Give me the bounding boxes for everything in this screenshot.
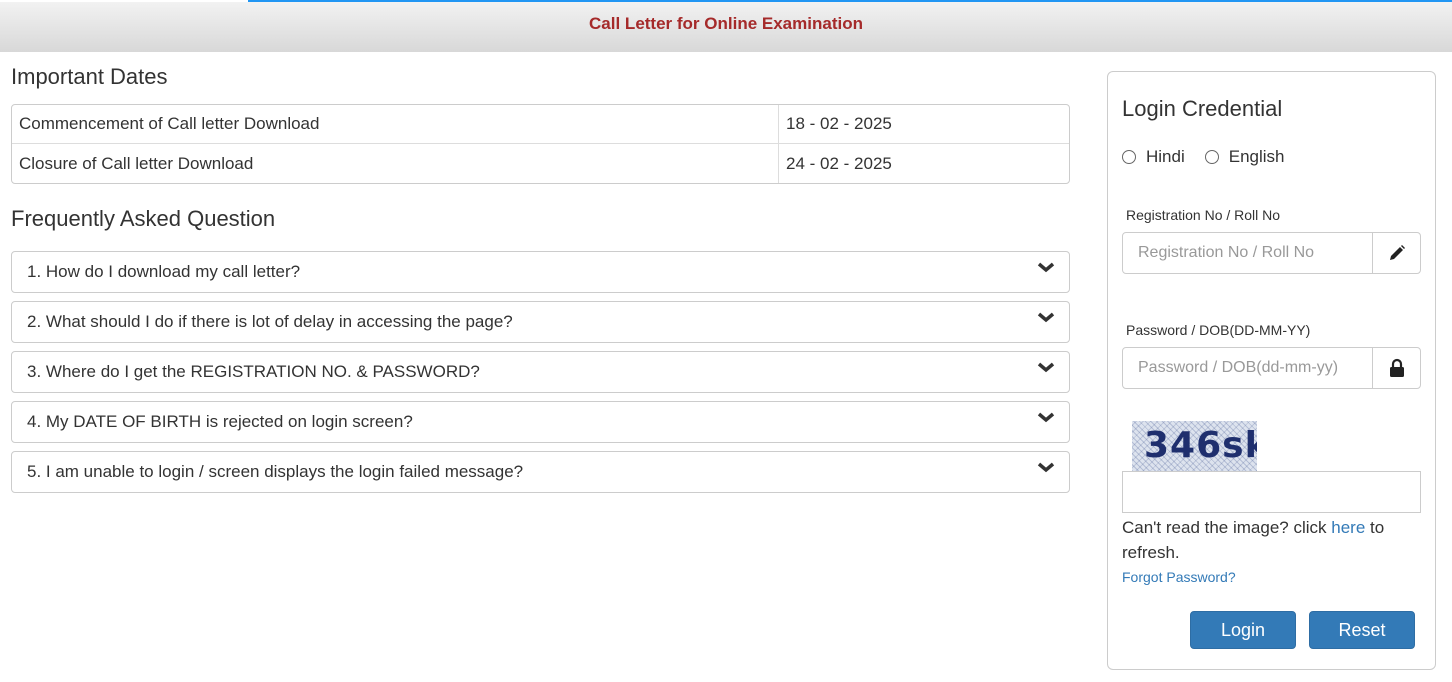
info-column: Important Dates Commencement of Call let…	[11, 52, 1070, 493]
page-header: Call Letter for Online Examination	[0, 0, 1452, 52]
table-row: Commencement of Call letter Download 18 …	[12, 105, 1069, 144]
password-label: Password / DOB(DD-MM-YY)	[1126, 322, 1311, 338]
password-group	[1122, 347, 1421, 389]
captcha-input[interactable]	[1122, 471, 1421, 513]
radio-english[interactable]: English	[1204, 147, 1285, 167]
captcha-image: 346sk	[1132, 421, 1257, 471]
refresh-prefix: Can't read the image? click	[1122, 518, 1332, 537]
faq-item[interactable]: 1. How do I download my call letter?	[11, 251, 1070, 293]
chevron-down-icon	[1037, 462, 1055, 473]
radio-circle[interactable]	[1204, 150, 1219, 164]
date-label: Closure of Call letter Download	[19, 153, 254, 173]
date-value: 24 - 02 - 2025	[778, 144, 1069, 183]
forgot-password-link[interactable]: Forgot Password?	[1122, 569, 1421, 585]
radio-circle[interactable]	[1122, 150, 1136, 164]
form-actions: Login Reset	[1190, 611, 1415, 649]
faq-question: 3. Where do I get the REGISTRATION NO. &…	[27, 362, 480, 381]
reset-button[interactable]: Reset	[1309, 611, 1415, 649]
faq-question: 2. What should I do if there is lot of d…	[27, 312, 513, 331]
date-label: Commencement of Call letter Download	[12, 105, 778, 144]
captcha-refresh-text: Can't read the image? click here to refr…	[1122, 515, 1421, 565]
login-heading: Login Credential	[1122, 96, 1283, 121]
registration-group	[1122, 232, 1421, 274]
important-dates-table: Commencement of Call letter Download 18 …	[11, 104, 1070, 184]
radio-label: Hindi	[1146, 147, 1185, 166]
password-input[interactable]	[1123, 348, 1372, 388]
language-selector: Hindi English	[1122, 147, 1421, 167]
chevron-down-icon	[1037, 412, 1055, 423]
registration-input[interactable]	[1123, 233, 1372, 273]
table-row: Closure of Call letter Download 24 - 02 …	[12, 144, 1069, 183]
header-accent-segment	[0, 0, 248, 2]
lock-icon	[1372, 348, 1420, 388]
page-title: Call Letter for Online Examination	[589, 14, 863, 33]
faq-item[interactable]: 5. I am unable to login / screen display…	[11, 451, 1070, 493]
faq-question: 5. I am unable to login / screen display…	[27, 462, 524, 481]
captcha-refresh-link[interactable]: here	[1331, 518, 1365, 537]
registration-label: Registration No / Roll No	[1126, 207, 1281, 223]
faq-list: 1. How do I download my call letter? 2. …	[11, 251, 1070, 493]
faq-heading: Frequently Asked Question	[11, 206, 276, 231]
chevron-down-icon	[1037, 262, 1055, 273]
captcha-text: 346sk	[1144, 425, 1257, 466]
pencil-icon	[1372, 233, 1420, 273]
chevron-down-icon	[1037, 362, 1055, 373]
important-dates-heading: Important Dates	[11, 64, 168, 89]
chevron-down-icon	[1037, 312, 1055, 323]
faq-item[interactable]: 4. My DATE OF BIRTH is rejected on login…	[11, 401, 1070, 443]
login-button[interactable]: Login	[1190, 611, 1296, 649]
login-panel: Login Credential Hindi English Registrat…	[1107, 71, 1436, 670]
faq-question: 4. My DATE OF BIRTH is rejected on login…	[27, 412, 413, 431]
radio-hindi[interactable]: Hindi	[1122, 147, 1185, 167]
radio-label: English	[1228, 147, 1285, 166]
faq-question: 1. How do I download my call letter?	[27, 262, 301, 281]
faq-item[interactable]: 3. Where do I get the REGISTRATION NO. &…	[11, 351, 1070, 393]
faq-item[interactable]: 2. What should I do if there is lot of d…	[11, 301, 1070, 343]
date-value: 18 - 02 - 2025	[778, 105, 1069, 144]
